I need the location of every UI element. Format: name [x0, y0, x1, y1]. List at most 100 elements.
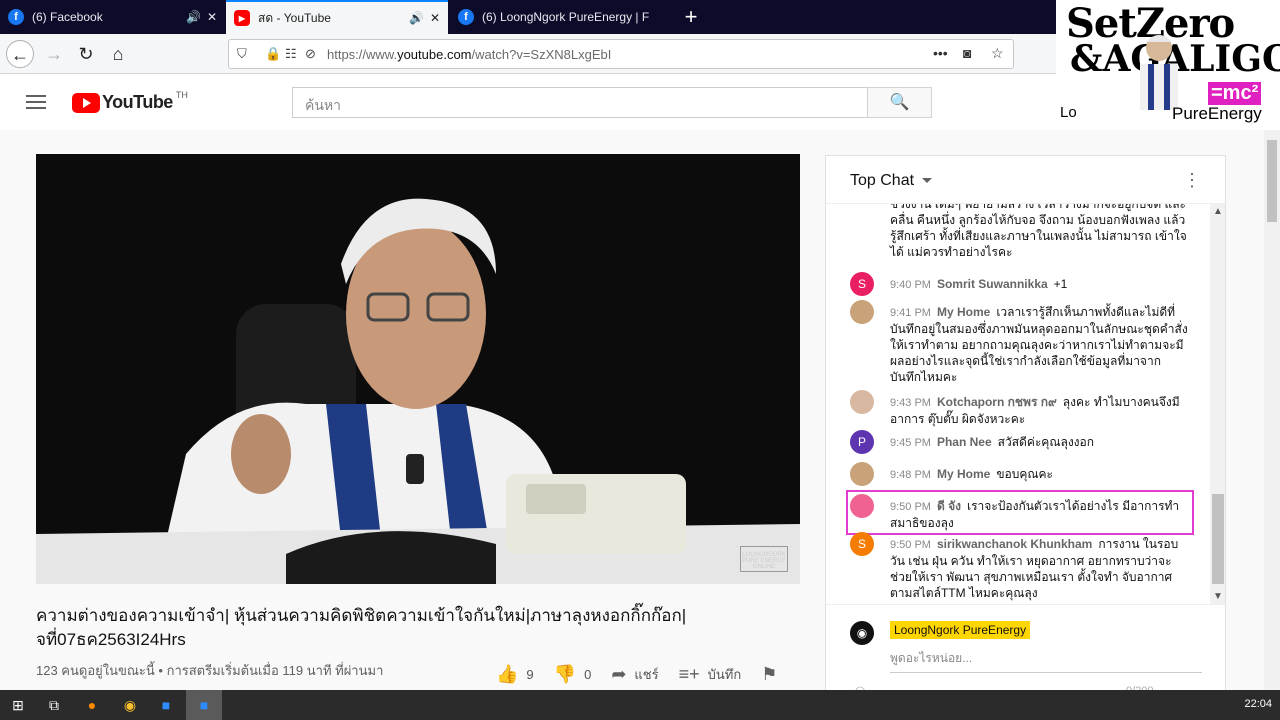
- url-text: https://www.youtube.com/watch?v=SzXN8Lxg…: [327, 47, 612, 62]
- chat-header: Top Chat ⋮: [826, 156, 1225, 204]
- message-author[interactable]: My Home: [937, 305, 990, 319]
- clock: 22:04: [1244, 698, 1272, 710]
- tab-youtube[interactable]: ▶ สด - YouTube 🔊 ✕: [226, 0, 448, 34]
- chat-message: 9:43 PM Kotchaporn กชพร ก๙ ลุงคะ ทำไมบางคน…: [850, 390, 1190, 427]
- back-button[interactable]: ←: [6, 40, 34, 68]
- share-button[interactable]: ➦ แชร์: [611, 664, 658, 685]
- chat-mode-selector[interactable]: Top Chat: [850, 172, 914, 190]
- message-time: 9:40 PM: [890, 279, 931, 291]
- overlay-left-text: Lo: [1060, 104, 1077, 121]
- save-button[interactable]: ≡+ บันทึก: [679, 664, 742, 685]
- home-button[interactable]: ⌂: [104, 40, 132, 68]
- user-name: LoongNgork PureEnergy: [890, 621, 1031, 639]
- task-view-icon[interactable]: ⧉: [36, 690, 72, 720]
- scroll-up-icon[interactable]: ▲: [1213, 206, 1223, 217]
- video-player[interactable]: LOONGNGORK PURE ENERGY ONLINE: [36, 154, 800, 584]
- facebook-icon: f: [8, 9, 24, 25]
- avatar[interactable]: [850, 300, 874, 324]
- chat-input[interactable]: พูดอะไรหน่อย...: [890, 649, 1202, 673]
- firefox-icon[interactable]: ●: [74, 690, 110, 720]
- chat-messages: ช่วงงาน เดิมๆ พยายามสร้าง เวลาว่างมากจะอ…: [826, 204, 1210, 604]
- page-scroll-thumb[interactable]: [1267, 140, 1277, 222]
- autoplay-icon[interactable]: ⊘: [305, 46, 316, 62]
- overlay-formula: =mc²: [1208, 82, 1262, 105]
- speaker-icon[interactable]: 🔊: [186, 10, 201, 24]
- message-text: สวัสดีค่ะคุณลุงงอก: [997, 435, 1095, 449]
- message-text: +1: [1053, 277, 1068, 291]
- search-input[interactable]: ค้นหา: [292, 87, 868, 118]
- presenter-image: [1140, 35, 1178, 110]
- message-author[interactable]: My Home: [937, 467, 990, 481]
- message-author[interactable]: Phan Nee: [937, 435, 992, 449]
- overlay-right-text: PureEnergy: [1172, 104, 1262, 123]
- user-avatar: ◉: [850, 621, 874, 645]
- tab-title: (6) LoongNgork PureEnergy | F: [482, 10, 650, 24]
- video-title: ความต่างของความเข้าจำ| หุ้นส่วนความคิดพิ…: [36, 606, 687, 649]
- like-button[interactable]: 👍 9: [496, 664, 534, 685]
- chat-scrollbar[interactable]: ▲ ▼: [1210, 204, 1225, 604]
- lock-icon[interactable]: 🔒: [265, 46, 281, 62]
- more-options-icon[interactable]: ⋮: [1183, 170, 1201, 191]
- chat-message: S 9:50 PM sirikwanchanok Khunkham การงาน ใ…: [850, 532, 1190, 601]
- report-button[interactable]: ⚑: [761, 664, 785, 685]
- scroll-thumb[interactable]: [1212, 494, 1224, 584]
- dislike-button[interactable]: 👎 0: [554, 664, 592, 685]
- tab-title: (6) Facebook: [32, 10, 103, 24]
- flag-icon: ⚑: [761, 663, 778, 684]
- dropdown-caret-icon[interactable]: [922, 178, 932, 183]
- pocket-icon[interactable]: ◙: [963, 45, 971, 61]
- reload-button[interactable]: ↻: [72, 40, 100, 68]
- new-tab-button[interactable]: +: [678, 4, 704, 30]
- save-label: บันทึก: [707, 666, 742, 682]
- chat-message-highlighted: 9:50 PM ดี จัง เราจะป้องกันตัวเราได้อย่างไ…: [846, 490, 1194, 535]
- message-time: 9:43 PM: [890, 397, 931, 409]
- search-icon: 🔍: [889, 94, 910, 111]
- message-text: ขอบคุณคะ: [996, 467, 1053, 481]
- thumbs-down-icon: 👎: [553, 663, 577, 684]
- page-scrollbar[interactable]: [1264, 130, 1280, 690]
- message-author[interactable]: ดี จัง: [937, 499, 961, 513]
- scroll-down-icon[interactable]: ▼: [1213, 591, 1223, 602]
- shield-icon[interactable]: ⛉: [237, 46, 247, 62]
- avatar[interactable]: [850, 494, 874, 518]
- avatar[interactable]: P: [850, 430, 874, 454]
- windows-start-icon[interactable]: ⊞: [0, 690, 36, 720]
- zoom-active-icon[interactable]: ■: [186, 690, 222, 720]
- chat-message: ช่วงงาน เดิมๆ พยายามสร้าง เวลาว่างมากจะอ…: [850, 204, 1190, 260]
- url-bar[interactable]: ⛉ 🔒 ☷ ⊘ https://www.youtube.com/watch?v=…: [228, 39, 1014, 69]
- logo-text: YouTube: [102, 92, 173, 112]
- permissions-icon[interactable]: ☷: [285, 46, 297, 62]
- page-actions-icon[interactable]: •••: [933, 45, 948, 61]
- zoom-icon[interactable]: ■: [148, 690, 184, 720]
- chat-message: S 9:40 PM Somrit Suwannikka +1: [850, 272, 1190, 296]
- taskbar: ⊞ ⧉ ● ◉ ■ ■ 22:04: [0, 690, 1280, 720]
- search-placeholder: ค้นหา: [305, 97, 342, 113]
- search-button[interactable]: 🔍: [867, 87, 932, 118]
- message-author[interactable]: sirikwanchanok Khunkham: [937, 537, 1092, 551]
- like-count: 9: [526, 666, 534, 682]
- avatar[interactable]: S: [850, 532, 874, 556]
- tab-facebook[interactable]: f (6) Facebook 🔊 ✕: [0, 0, 225, 34]
- chrome-icon[interactable]: ◉: [112, 690, 148, 720]
- avatar[interactable]: [850, 390, 874, 414]
- avatar[interactable]: [850, 462, 874, 486]
- tab-title: สด - YouTube: [258, 10, 331, 25]
- share-icon: ➦: [611, 663, 627, 684]
- close-tab-icon[interactable]: ✕: [207, 10, 217, 24]
- speaker-icon[interactable]: 🔊: [409, 11, 424, 25]
- bookmark-star-icon[interactable]: ☆: [991, 45, 1004, 62]
- forward-button[interactable]: →: [40, 40, 68, 68]
- tab-loongngork[interactable]: f (6) LoongNgork PureEnergy | F: [450, 0, 672, 34]
- avatar[interactable]: S: [850, 272, 874, 296]
- message-time: 9:41 PM: [890, 307, 931, 319]
- facebook-icon: f: [458, 9, 474, 25]
- share-label: แชร์: [634, 666, 659, 682]
- youtube-logo[interactable]: YouTube TH: [72, 90, 188, 113]
- channel-watermark[interactable]: LOONGNGORK PURE ENERGY ONLINE: [740, 546, 788, 572]
- chat-input-area: ◉ LoongNgork PureEnergy พูดอะไรหน่อย... …: [826, 604, 1225, 694]
- message-author[interactable]: Somrit Suwannikka: [937, 277, 1048, 291]
- playlist-add-icon: ≡+: [678, 663, 700, 684]
- close-tab-icon[interactable]: ✕: [430, 11, 440, 25]
- message-author[interactable]: Kotchaporn กชพร ก๙: [937, 395, 1057, 409]
- menu-icon[interactable]: [26, 95, 46, 109]
